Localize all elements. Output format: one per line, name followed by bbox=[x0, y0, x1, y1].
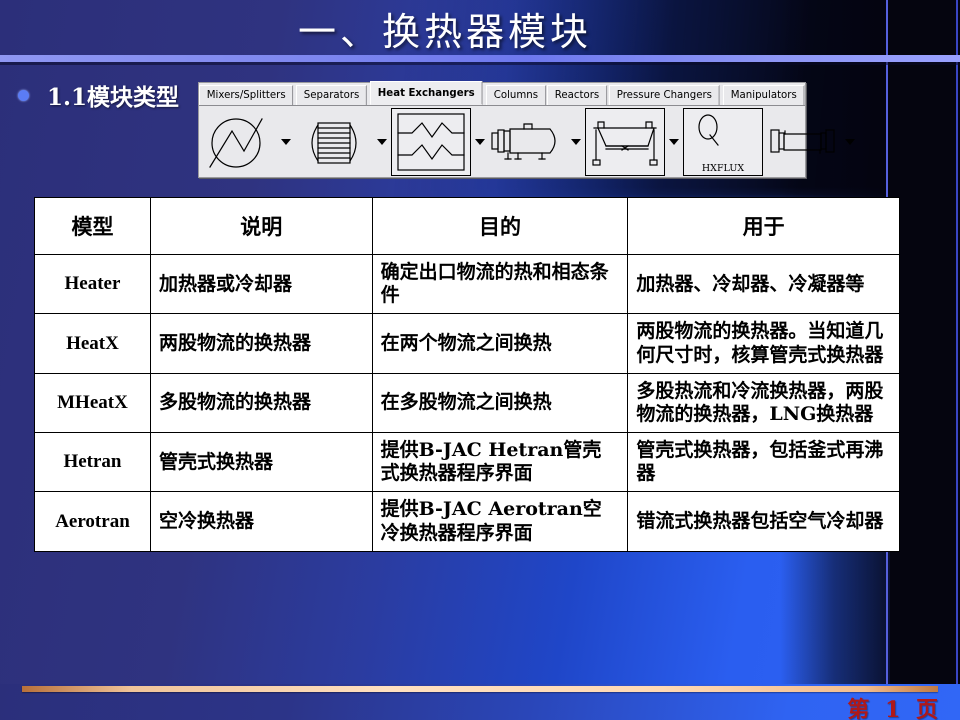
title-divider-rule bbox=[0, 55, 960, 62]
bullet-row: 1.1模块类型 bbox=[12, 78, 179, 112]
toolbar-tab-reactors[interactable]: Reactors bbox=[547, 85, 608, 105]
table-row: Aerotran 空冷换热器 提供B-JAC Aerotran空冷换热器程序界面 错流… bbox=[34, 491, 900, 552]
cell-description: 空冷换热器 bbox=[149, 491, 373, 552]
heater-circle-icon[interactable] bbox=[199, 109, 277, 175]
cell-model: MHeatX bbox=[34, 372, 151, 434]
footer-divider-rule bbox=[22, 686, 938, 692]
mheatx-zigzag-icon[interactable] bbox=[391, 107, 471, 176]
hetran-shell-tube-icon[interactable] bbox=[489, 109, 567, 175]
decorative-vertical-rule-outer bbox=[956, 0, 958, 684]
palette-cell-1[interactable] bbox=[295, 106, 391, 177]
cell-description: 加热器或冷却器 bbox=[149, 253, 373, 315]
model-library-toolbar[interactable]: Mixers/Splitters Separators Heat Exchanger… bbox=[198, 81, 855, 178]
column-header-purpose: 目的 bbox=[371, 197, 629, 255]
toolbar-palette[interactable]: HXFLUX bbox=[199, 106, 855, 177]
aerotran-aircooler-icon[interactable] bbox=[585, 107, 665, 176]
cell-model: Aerotran bbox=[34, 491, 151, 552]
page-number: 第 1 页 bbox=[847, 697, 942, 720]
toolbar-tab-separators[interactable]: Separators bbox=[296, 85, 368, 105]
cell-model: Heater bbox=[34, 253, 151, 315]
toolbar-tab-mixers-splitters[interactable]: Mixers/Splitters bbox=[199, 85, 294, 105]
bullet-dot-icon bbox=[18, 89, 29, 101]
column-header-description: 说明 bbox=[149, 197, 373, 255]
table-header-row: 模型 说明 目的 用于 bbox=[34, 197, 900, 255]
column-header-model: 模型 bbox=[34, 197, 151, 255]
heatx-plate-icon[interactable] bbox=[295, 109, 373, 175]
page-title: 一、换热器模块 bbox=[297, 9, 592, 54]
column-header-usage: 用于 bbox=[627, 197, 900, 255]
palette-caption-hxflux: HXFLUX bbox=[701, 162, 745, 174]
palette-cell-4[interactable] bbox=[585, 106, 683, 177]
cell-purpose: 提供B-JAC Hetran管壳式换热器程序界面 bbox=[371, 432, 629, 493]
palette-dropdown-caret-1[interactable] bbox=[377, 138, 387, 145]
bullet-item-label: 1.1模块类型 bbox=[47, 84, 180, 111]
toolbar-tabstrip[interactable]: Mixers/Splitters Separators Heat Exchanger… bbox=[199, 81, 805, 106]
palette-cell-6[interactable] bbox=[763, 106, 859, 177]
title-divider-shadow bbox=[0, 62, 960, 65]
cell-purpose: 在两个物流之间换热 bbox=[371, 313, 629, 374]
table-row: Hetran 管壳式换热器 提供B-JAC Hetran管壳式换热器程序界面 管壳式换… bbox=[34, 432, 900, 493]
cell-description: 两股物流的换热器 bbox=[149, 313, 373, 374]
toolbar-tab-heat-exchangers[interactable]: Heat Exchangers bbox=[369, 81, 483, 105]
cell-usage: 加热器、冷却器、冷凝器等 bbox=[627, 253, 900, 315]
cell-model: Hetran bbox=[34, 432, 151, 493]
table-row: MHeatX 多股物流的换热器 在多股物流之间换热 多股热流和冷流换热器，两股物流的换… bbox=[34, 372, 900, 434]
double-pipe-icon[interactable] bbox=[763, 109, 841, 175]
palette-dropdown-caret-4[interactable] bbox=[669, 138, 679, 145]
cell-usage: 多股热流和冷流换热器，两股物流的换热器，LNG换热器 bbox=[627, 372, 900, 434]
palette-cell-0[interactable] bbox=[199, 106, 295, 177]
model-comparison-table: 模型 说明 目的 用于 Heater 加热器或冷却器 确定出口物流的热和相态条件 加热… bbox=[34, 197, 900, 552]
table-body: Heater 加热器或冷却器 确定出口物流的热和相态条件 加热器、冷却器、冷凝器等 He… bbox=[34, 253, 900, 552]
model-comparison-table-wrap: 模型 说明 目的 用于 Heater 加热器或冷却器 确定出口物流的热和相态条件 加热… bbox=[34, 197, 900, 552]
table-row: Heater 加热器或冷却器 确定出口物流的热和相态条件 加热器、冷却器、冷凝器等 bbox=[34, 253, 900, 315]
palette-cell-2[interactable] bbox=[391, 106, 489, 177]
toolbar-tab-manipulators[interactable]: Manipulators bbox=[723, 85, 805, 105]
toolbar-tab-pressure-changers[interactable]: Pressure Changers bbox=[609, 85, 720, 105]
cell-purpose: 在多股物流之间换热 bbox=[371, 372, 629, 434]
hxflux-q-icon[interactable]: HXFLUX bbox=[683, 107, 763, 176]
cell-description: 多股物流的换热器 bbox=[149, 372, 373, 434]
cell-usage: 两股物流的换热器。当知道几何尺寸时，核算管壳式换热器 bbox=[627, 313, 900, 374]
cell-usage: 错流式换热器包括空气冷却器 bbox=[627, 491, 900, 552]
palette-dropdown-caret-6[interactable] bbox=[845, 138, 855, 145]
palette-dropdown-caret-2[interactable] bbox=[475, 138, 485, 145]
palette-cell-3[interactable] bbox=[489, 106, 585, 177]
background-right-shade-solid bbox=[890, 0, 960, 684]
cell-model: HeatX bbox=[34, 313, 151, 374]
palette-cell-5[interactable]: HXFLUX bbox=[683, 106, 763, 177]
cell-description: 管壳式换热器 bbox=[149, 432, 373, 493]
cell-purpose: 确定出口物流的热和相态条件 bbox=[371, 253, 629, 315]
toolbar-tab-columns[interactable]: Columns bbox=[485, 85, 546, 105]
palette-dropdown-caret-3[interactable] bbox=[571, 138, 581, 145]
slide-canvas: 一、换热器模块 1.1模块类型 Mixers/Splitters Separato… bbox=[0, 0, 960, 720]
palette-dropdown-caret-0[interactable] bbox=[281, 138, 291, 145]
cell-usage: 管壳式换热器，包括釜式再沸器 bbox=[627, 432, 900, 493]
cell-purpose: 提供B-JAC Aerotran空冷换热器程序界面 bbox=[371, 491, 629, 552]
table-row: HeatX 两股物流的换热器 在两个物流之间换热 两股物流的换热器。当知道几何尺寸时，… bbox=[34, 313, 900, 374]
